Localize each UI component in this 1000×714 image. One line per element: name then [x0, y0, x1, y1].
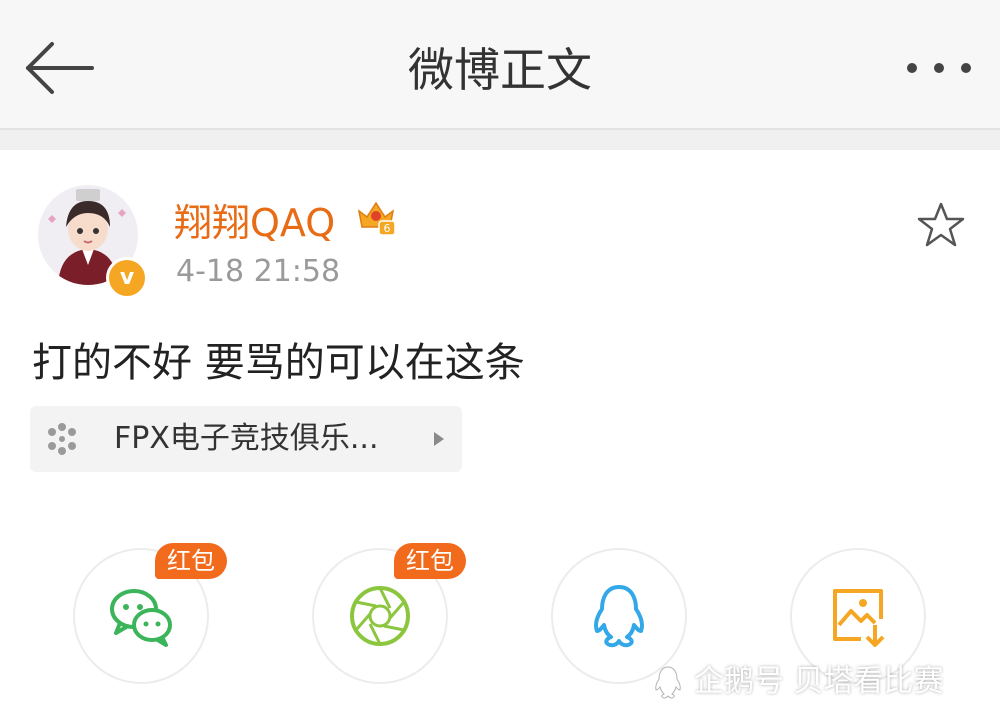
- loading-spinner-icon: [48, 423, 76, 455]
- verified-badge: v: [106, 257, 148, 299]
- red-packet-badge: 红包: [155, 543, 227, 579]
- section-divider: [0, 130, 1000, 150]
- username[interactable]: 翔翔QAQ: [174, 192, 335, 247]
- penguin-watermark-icon: [655, 666, 681, 699]
- vip-level: 6: [384, 222, 391, 235]
- topic-link[interactable]: FPX电子竞技俱乐...: [30, 406, 462, 472]
- topic-label: FPX电子竞技俱乐...: [114, 421, 379, 456]
- moments-aperture-icon: [350, 586, 410, 646]
- vip-crown-icon: 6: [357, 201, 396, 236]
- page-title: 微博正文: [408, 43, 592, 97]
- more-options-icon[interactable]: [904, 58, 974, 78]
- save-image-icon: [833, 589, 885, 647]
- favorite-star-icon[interactable]: [916, 200, 966, 250]
- watermark-text: 企鹅号 贝塔看比赛: [694, 664, 944, 699]
- top-bar: 微博正文: [0, 0, 1000, 130]
- red-packet-badge: 红包: [394, 543, 466, 579]
- post-timestamp: 4-18 21:58: [176, 254, 341, 289]
- post-text: 打的不好 要骂的可以在这条: [32, 340, 525, 386]
- wechat-icon: [110, 589, 172, 647]
- qq-penguin-icon: [593, 585, 645, 648]
- play-arrow-icon: [434, 432, 444, 446]
